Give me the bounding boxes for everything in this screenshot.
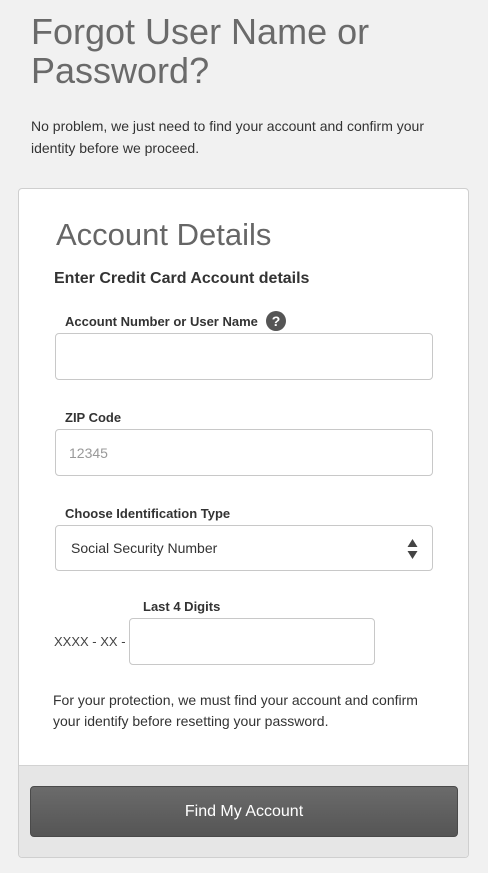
account-number-label: Account Number or User Name: [65, 314, 258, 329]
select-arrows-icon: [407, 539, 418, 559]
card-title: Account Details: [56, 217, 272, 252]
card-footer: Find My Account: [19, 765, 468, 857]
id-type-label: Choose Identification Type: [65, 506, 231, 521]
intro-text: No problem, we just need to find your ac…: [31, 118, 424, 156]
ssn-prefix: XXXX - XX -: [54, 634, 126, 649]
zip-code-input[interactable]: [55, 429, 433, 476]
page-title: Forgot User Name or Password?: [31, 11, 370, 91]
help-icon[interactable]: ?: [266, 311, 286, 331]
find-my-account-button[interactable]: Find My Account: [30, 786, 458, 837]
card-subtitle: Enter Credit Card Account details: [54, 270, 310, 287]
id-type-select[interactable]: Social Security Number: [55, 525, 433, 571]
last-4-digits-input[interactable]: [129, 618, 375, 665]
zip-code-label: ZIP Code: [65, 410, 122, 425]
account-details-card: Account Details Enter Credit Card Accoun…: [18, 188, 469, 858]
last-4-digits-label: Last 4 Digits: [143, 599, 221, 614]
protection-note: For your protection, we must find your a…: [53, 692, 418, 729]
account-number-input[interactable]: [55, 333, 433, 380]
id-type-selected-value: Social Security Number: [71, 540, 218, 556]
